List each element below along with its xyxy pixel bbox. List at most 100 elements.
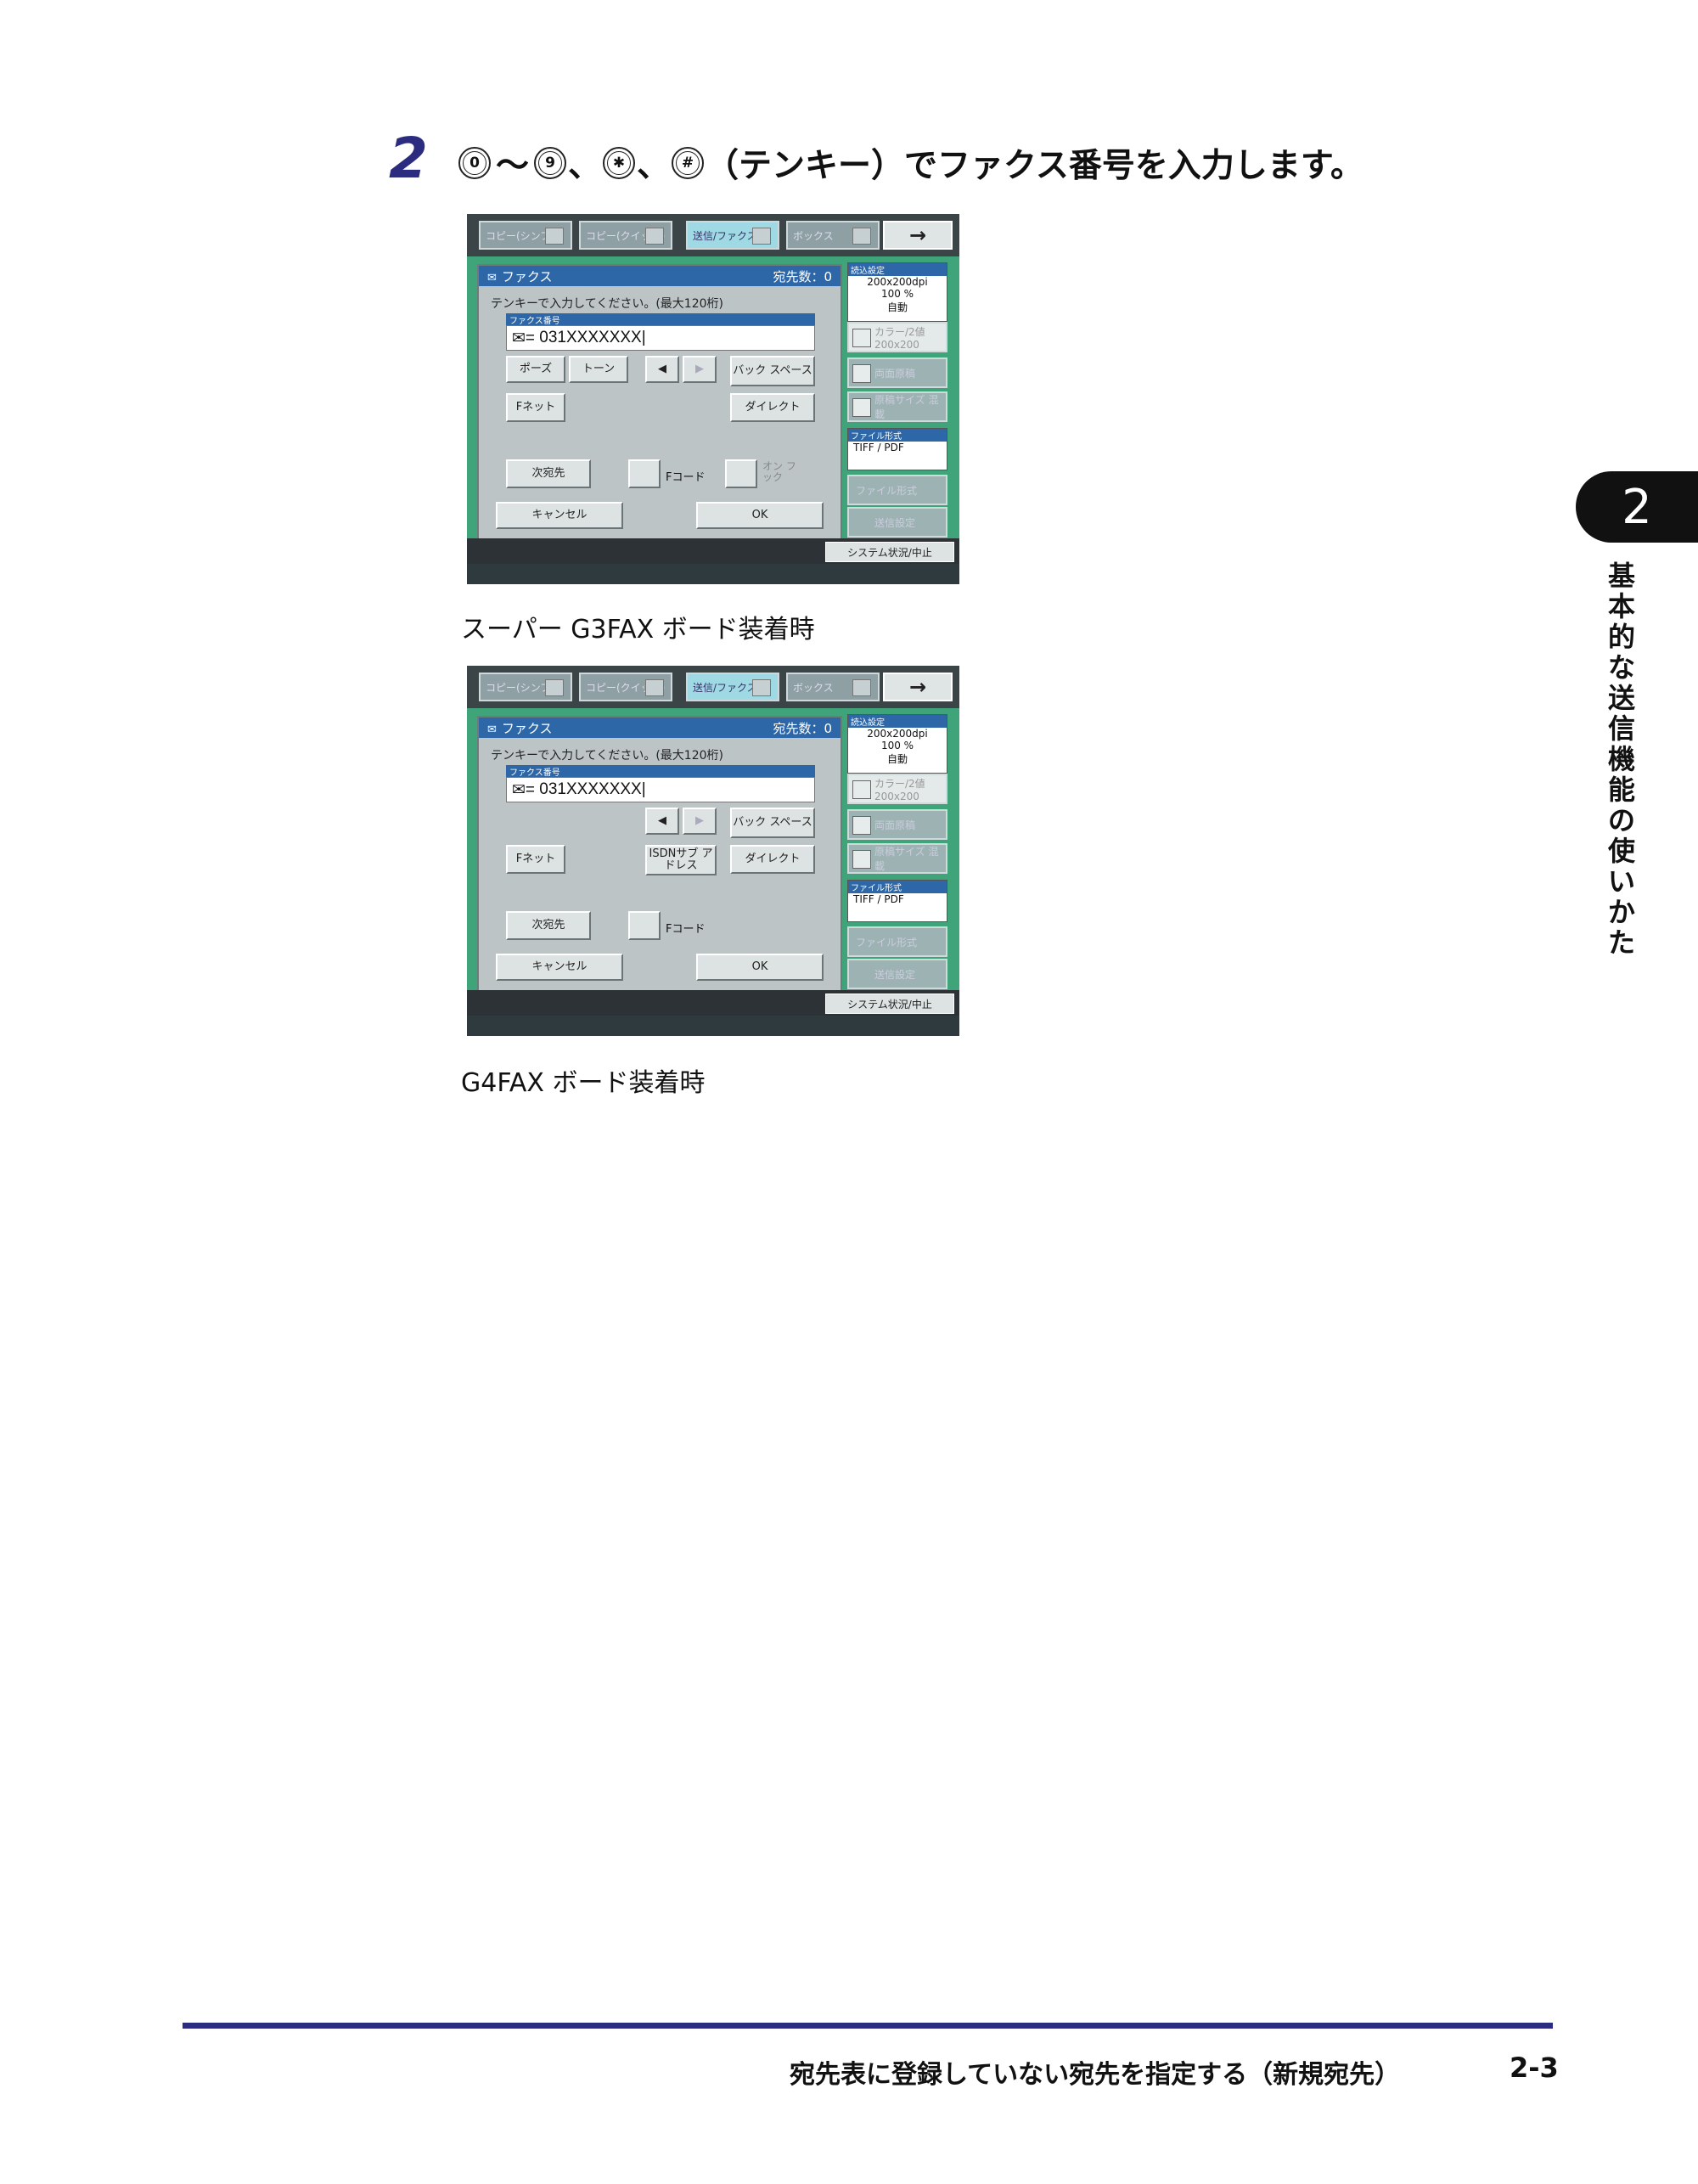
size-icon xyxy=(852,398,871,417)
ok-button[interactable]: OK xyxy=(696,954,824,981)
copy-icon xyxy=(645,228,664,245)
side-settings: 読込設定 200x200dpi 100 % 自動 カラー/2値 200x200 … xyxy=(847,262,949,538)
tab-box[interactable]: ボックス xyxy=(786,221,880,250)
panel-header: ✉ ファクス 宛先数：0 xyxy=(479,718,841,738)
destination-count: 宛先数：0 xyxy=(773,268,832,284)
cancel-button[interactable]: キャンセル xyxy=(496,502,623,529)
file-format-info: ファイル形式 TIFF / PDF xyxy=(847,880,947,922)
size-icon xyxy=(852,850,871,869)
next-arrow-button[interactable]: → xyxy=(883,673,953,701)
destination-count: 宛先数：0 xyxy=(773,720,832,736)
fax-panel: ✉ ファクス 宛先数：0 テンキーで入力してください。(最大120桁) ファクス番… xyxy=(477,264,842,541)
paper-plane-icon xyxy=(752,679,771,696)
tab-send-fax[interactable]: 送信/ファクス xyxy=(686,673,779,701)
key-9-icon: 9 xyxy=(534,147,567,179)
fax-number-input[interactable]: ✉= 031XXXXXXX | xyxy=(506,777,815,802)
fax-icon: ✉ xyxy=(487,271,497,284)
original-size-button[interactable]: 原稿サイズ 混載 xyxy=(847,391,947,422)
tone-button[interactable]: トーン xyxy=(569,356,628,383)
chapter-title: 基本的な送信機能の使いかた xyxy=(1607,560,1635,959)
file-format-button[interactable]: ファイル形式 xyxy=(847,475,947,505)
footer-title: 宛先表に登録していない宛先を指定する（新規宛先） xyxy=(790,2060,1401,2090)
box-icon xyxy=(852,228,871,245)
next-destination-button[interactable]: 次宛先 xyxy=(506,459,591,488)
caption-g3fax: スーパー G3FAX ボード装着時 xyxy=(461,615,815,645)
next-destination-button[interactable]: 次宛先 xyxy=(506,911,591,940)
step-text: （テンキー）でファクス番号を入力します。 xyxy=(706,147,1363,185)
instruction-text: テンキーで入力してください。(最大120桁) xyxy=(491,749,723,763)
system-status-button[interactable]: システム状況/中止 xyxy=(825,542,954,562)
copy-icon xyxy=(545,679,564,696)
tab-copy-simple[interactable]: コピー(シンプル) xyxy=(479,673,572,701)
screen-g3fax: コピー(シンプル) コピー(クイック) 送信/ファクス ボックス → ✉ ファクス… xyxy=(467,214,959,584)
fax-number-label: ファクス番号 xyxy=(506,313,815,326)
duplex-button[interactable]: 両面原稿 xyxy=(847,809,947,840)
tab-copy-simple[interactable]: コピー(シンプル) xyxy=(479,221,572,250)
ok-button[interactable]: OK xyxy=(696,502,824,529)
footer-rule xyxy=(183,2023,1553,2029)
color-icon xyxy=(852,329,871,347)
direct-button[interactable]: ダイレクト xyxy=(730,393,815,422)
duplex-icon xyxy=(852,364,871,383)
main-area: ✉ ファクス 宛先数：0 テンキーで入力してください。(最大120桁) ファクス番… xyxy=(467,708,959,993)
separator: 、 xyxy=(637,147,671,185)
fcode-button[interactable] xyxy=(628,459,661,488)
tilde: 〜 xyxy=(496,147,530,185)
fnet-button[interactable]: Fネット xyxy=(506,393,565,422)
tab-send-fax[interactable]: 送信/ファクス xyxy=(686,221,779,250)
step-heading: 0 〜 9 、 ✱ 、 # （テンキー）でファクス番号を入力します。 xyxy=(457,139,1363,187)
copy-icon xyxy=(545,228,564,245)
paper-plane-icon xyxy=(752,228,771,245)
copy-icon xyxy=(645,679,664,696)
instruction-text: テンキーで入力してください。(最大120桁) xyxy=(491,297,723,311)
panel-header: ✉ ファクス 宛先数：0 xyxy=(479,266,841,286)
cursor-left-button[interactable]: ◀ xyxy=(645,356,679,383)
status-bar: システム状況/中止 xyxy=(467,990,959,1016)
key-hash-icon: # xyxy=(672,147,705,179)
caption-g4fax: G4FAX ボード装着時 xyxy=(461,1068,706,1098)
cancel-button[interactable]: キャンセル xyxy=(496,954,623,981)
tab-box[interactable]: ボックス xyxy=(786,673,880,701)
fax-number-input[interactable]: ✉= 031XXXXXXX | xyxy=(506,325,815,351)
top-tabs: コピー(シンプル) コピー(クイック) 送信/ファクス ボックス → xyxy=(467,214,959,256)
fax-number-label: ファクス番号 xyxy=(506,765,815,778)
tab-copy-quick[interactable]: コピー(クイック) xyxy=(579,673,672,701)
scan-settings[interactable]: 読込設定 200x200dpi 100 % 自動 xyxy=(847,714,947,774)
page-number: 2-3 xyxy=(1510,2052,1559,2084)
main-area: ✉ ファクス 宛先数：0 テンキーで入力してください。(最大120桁) ファクス番… xyxy=(467,256,959,541)
key-0-icon: 0 xyxy=(458,147,491,179)
color-mode-select[interactable]: カラー/2値 200x200 xyxy=(847,322,947,352)
original-size-button[interactable]: 原稿サイズ 混載 xyxy=(847,843,947,874)
duplex-icon xyxy=(852,816,871,835)
file-format-button[interactable]: ファイル形式 xyxy=(847,926,947,957)
color-icon xyxy=(852,780,871,799)
fnet-button[interactable]: Fネット xyxy=(506,845,565,874)
cursor-left-button[interactable]: ◀ xyxy=(645,808,679,835)
onhook-label: オン フック xyxy=(762,460,796,484)
next-arrow-button[interactable]: → xyxy=(883,221,953,250)
status-bar: システム状況/中止 xyxy=(467,538,959,564)
top-tabs: コピー(シンプル) コピー(クイック) 送信/ファクス ボックス → xyxy=(467,666,959,708)
send-settings-button[interactable]: 送信設定 xyxy=(847,507,947,538)
separator: 、 xyxy=(568,147,602,185)
backspace-button[interactable]: バック スペース xyxy=(730,356,815,386)
scan-settings[interactable]: 読込設定 200x200dpi 100 % 自動 xyxy=(847,262,947,322)
backspace-button[interactable]: バック スペース xyxy=(730,808,815,838)
fcode-label: Fコード xyxy=(666,471,706,484)
file-format-info: ファイル形式 TIFF / PDF xyxy=(847,428,947,470)
onhook-button[interactable] xyxy=(725,459,757,488)
key-star-icon: ✱ xyxy=(603,147,636,179)
cursor-right-button[interactable]: ▶ xyxy=(683,356,717,383)
duplex-button[interactable]: 両面原稿 xyxy=(847,357,947,388)
tab-copy-quick[interactable]: コピー(クイック) xyxy=(579,221,672,250)
isdn-subaddress-button[interactable]: ISDNサブ アドレス xyxy=(645,845,717,875)
direct-button[interactable]: ダイレクト xyxy=(730,845,815,874)
fax-icon: ✉ xyxy=(487,723,497,736)
fcode-button[interactable] xyxy=(628,911,661,940)
send-settings-button[interactable]: 送信設定 xyxy=(847,959,947,989)
color-mode-select[interactable]: カラー/2値 200x200 xyxy=(847,774,947,804)
pause-button[interactable]: ポーズ xyxy=(506,356,565,383)
fax-panel: ✉ ファクス 宛先数：0 テンキーで入力してください。(最大120桁) ファクス番… xyxy=(477,716,842,993)
system-status-button[interactable]: システム状況/中止 xyxy=(825,993,954,1014)
cursor-right-button[interactable]: ▶ xyxy=(683,808,717,835)
